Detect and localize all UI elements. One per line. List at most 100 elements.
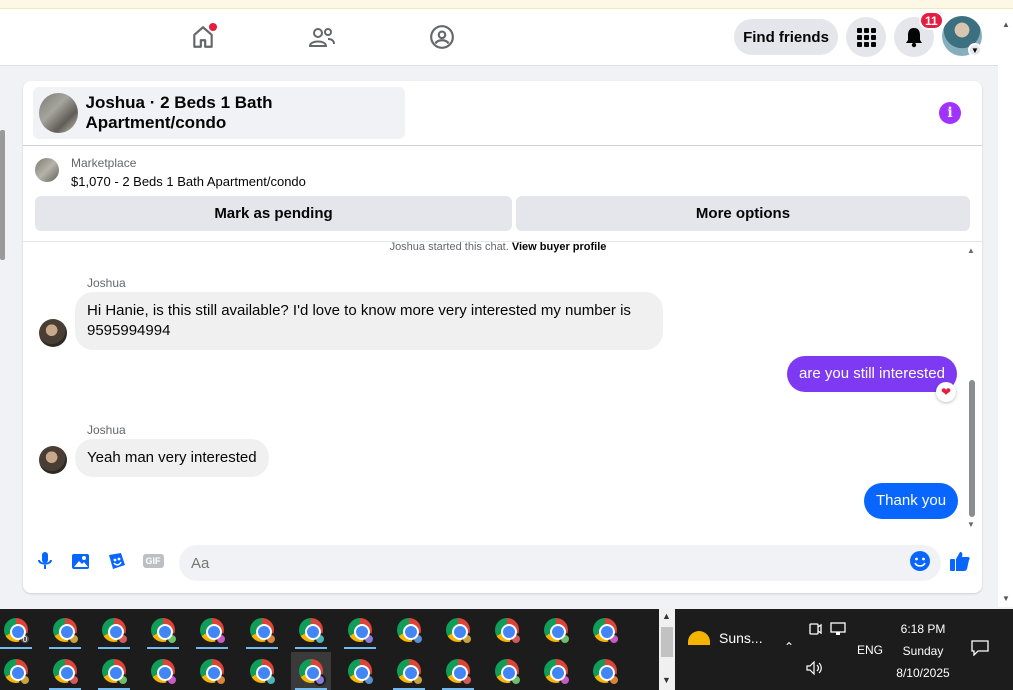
chrome-taskbar-button[interactable]: [585, 611, 625, 649]
chat-scroll-up-icon[interactable]: ▲: [967, 246, 975, 255]
running-indicator: [294, 647, 327, 649]
taskbar-scrollbar[interactable]: ▲ ▼: [659, 609, 675, 690]
attach-photo-button[interactable]: [68, 548, 94, 574]
taskbar-scroll-up-icon[interactable]: ▲: [662, 611, 671, 621]
sender-name: Joshua: [87, 423, 126, 437]
header-divider: [23, 145, 982, 146]
profile-badge-icon: [411, 674, 424, 686]
chrome-taskbar-button[interactable]: [192, 652, 232, 690]
taskbar-scroll-thumb[interactable]: [661, 627, 673, 657]
chrome-taskbar-button[interactable]: [487, 652, 527, 690]
show-hidden-icons-chevron-icon[interactable]: ⌃: [784, 640, 794, 654]
bell-icon: [906, 28, 922, 48]
incoming-message[interactable]: Yeah man very interested: [75, 439, 269, 477]
like-button[interactable]: [947, 548, 973, 574]
chrome-taskbar-button[interactable]: [0, 652, 36, 690]
chrome-icon: [347, 618, 375, 645]
chat-scrollbar[interactable]: ▲ ▼: [967, 246, 977, 529]
chrome-taskbar-button[interactable]: [340, 611, 380, 649]
chrome-taskbar-button[interactable]: [438, 652, 478, 690]
sender-avatar[interactable]: [39, 319, 67, 347]
running-indicator: [0, 647, 32, 649]
chrome-taskbar-button[interactable]: [242, 611, 282, 649]
chrome-taskbar-button[interactable]: [94, 611, 134, 649]
listing-price-title[interactable]: $1,070 - 2 Beds 1 Bath Apartment/condo: [71, 174, 306, 189]
chrome-taskbar-button[interactable]: [290, 652, 331, 690]
message-thread: Joshua started this chat. View buyer pro…: [23, 241, 982, 533]
system-clock[interactable]: 6:18 PM Sunday 8/10/2025: [888, 618, 958, 684]
weather-widget[interactable]: Suns...: [688, 630, 763, 646]
emoji-button[interactable]: [907, 548, 933, 574]
left-scrollbar[interactable]: [0, 118, 6, 598]
smiley-icon: [910, 551, 930, 571]
profile-badge-icon: [460, 633, 473, 645]
running-indicator: [98, 647, 131, 649]
chrome-icon: [200, 618, 228, 645]
menu-button[interactable]: [846, 17, 886, 57]
chrome-taskbar-button[interactable]: [340, 652, 380, 690]
mark-as-pending-button[interactable]: Mark as pending: [35, 196, 512, 231]
incoming-message[interactable]: Hi Hanie, is this still available? I'd l…: [75, 292, 663, 350]
meet-now-icon[interactable]: [808, 622, 822, 639]
taskbar-scroll-down-icon[interactable]: ▼: [662, 675, 671, 685]
scroll-down-arrow-icon[interactable]: ▼: [1002, 594, 1010, 603]
input-language[interactable]: ENG: [857, 643, 883, 657]
chrome-taskbar-button[interactable]: 0: [0, 611, 36, 649]
sticker-button[interactable]: [104, 548, 130, 574]
chrome-taskbar-button[interactable]: [94, 652, 134, 690]
friends-nav-button[interactable]: [302, 19, 342, 55]
find-friends-button[interactable]: Find friends: [734, 19, 838, 55]
chrome-taskbar-button[interactable]: [45, 611, 85, 649]
groups-nav-button[interactable]: [422, 19, 462, 55]
volume-icon[interactable]: [806, 660, 824, 678]
gif-button[interactable]: GIF: [140, 548, 166, 574]
scroll-up-arrow-icon[interactable]: ▲: [1002, 20, 1010, 29]
chrome-taskbar-button[interactable]: [45, 652, 85, 690]
outgoing-message[interactable]: are you still interested: [787, 356, 957, 392]
message-input[interactable]: [179, 545, 941, 581]
chrome-taskbar-button[interactable]: [143, 611, 183, 649]
profile-badge-icon: [313, 674, 326, 686]
chrome-taskbar-button[interactable]: [143, 652, 183, 690]
groups-icon: [430, 25, 454, 49]
chat-scrollbar-thumb[interactable]: [969, 380, 975, 517]
chrome-taskbar-button[interactable]: [192, 611, 232, 649]
network-icon[interactable]: [830, 622, 846, 639]
view-buyer-profile-link[interactable]: View buyer profile: [512, 241, 607, 253]
listing-thumbnail[interactable]: [35, 158, 59, 182]
info-icon[interactable]: i: [939, 102, 961, 124]
sender-name: Joshua: [87, 276, 126, 290]
more-options-button[interactable]: More options: [516, 196, 970, 231]
sender-avatar[interactable]: [39, 446, 67, 474]
heart-reaction-icon[interactable]: ❤: [936, 382, 956, 402]
home-notification-dot: [209, 23, 217, 31]
chrome-taskbar-button[interactable]: [536, 611, 576, 649]
voice-clip-button[interactable]: [32, 548, 58, 574]
profile-badge-icon: [68, 674, 81, 686]
grid-menu-icon: [857, 28, 876, 47]
home-nav-button[interactable]: [183, 19, 223, 55]
chrome-taskbar-button[interactable]: [291, 611, 331, 649]
left-scrollbar-thumb[interactable]: [0, 130, 5, 260]
notification-center-icon[interactable]: [971, 640, 989, 659]
page-scrollbar[interactable]: [998, 9, 1013, 607]
profile-badge-icon: [166, 674, 179, 686]
outgoing-message[interactable]: Thank you: [864, 483, 959, 519]
chrome-taskbar-button[interactable]: [536, 652, 576, 690]
conversation-header[interactable]: Joshua · 2 Beds 1 Bath Apartment/condo: [33, 87, 405, 139]
chat-scroll-down-icon[interactable]: ▼: [967, 520, 975, 529]
chrome-icon: [347, 659, 375, 686]
chrome-taskbar-button[interactable]: [438, 611, 478, 649]
chrome-taskbar-button[interactable]: [389, 611, 429, 649]
profile-badge-icon: [510, 674, 522, 686]
profile-badge-icon: [19, 674, 31, 686]
chrome-taskbar-button[interactable]: [389, 652, 429, 690]
chrome-taskbar-button[interactable]: [487, 611, 527, 649]
photo-icon: [72, 554, 89, 569]
notification-badge: 11: [919, 11, 944, 30]
chrome-icon: [151, 618, 179, 645]
chevron-down-icon[interactable]: ▼: [968, 43, 982, 57]
chrome-icon: [495, 659, 522, 686]
chrome-taskbar-button[interactable]: [242, 652, 282, 690]
chrome-taskbar-button[interactable]: [585, 652, 625, 690]
